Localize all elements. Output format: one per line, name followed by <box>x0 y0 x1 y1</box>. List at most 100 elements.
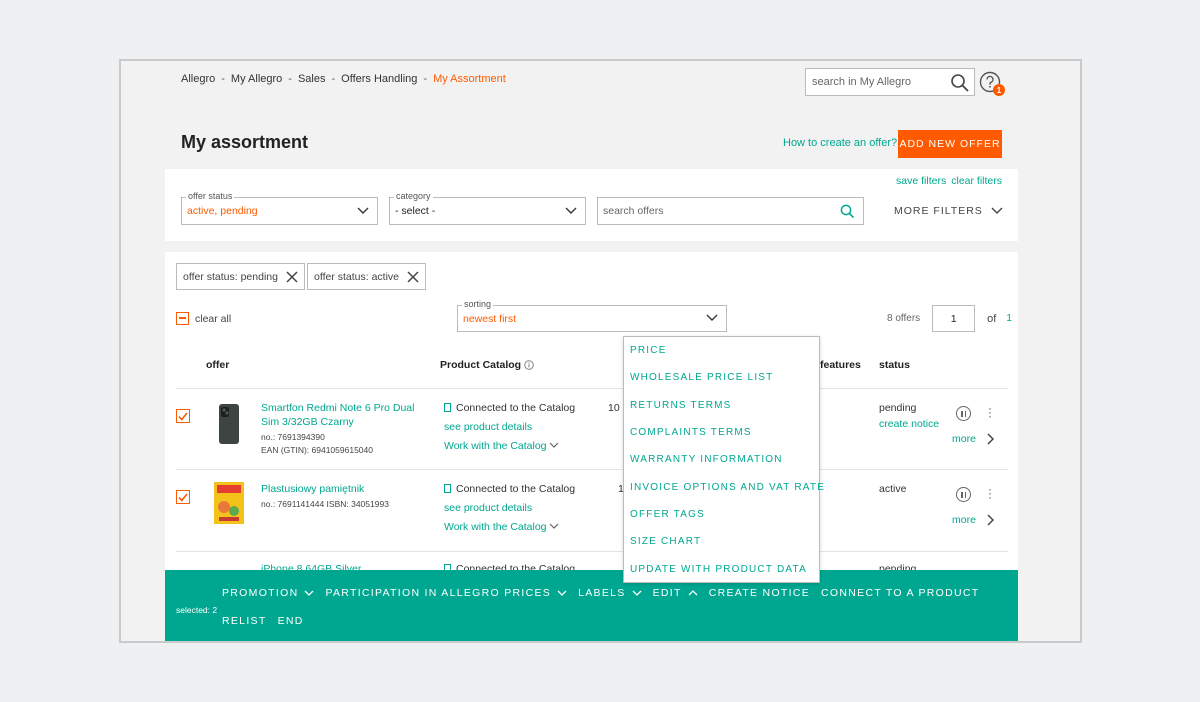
more-filters-button[interactable]: MORE FILTERS <box>894 205 1003 217</box>
chevron-down-icon <box>565 207 577 214</box>
work-with-catalog-label: Work with the Catalog <box>444 440 547 452</box>
menu-item-update-with-product-data[interactable]: UPDATE WITH PRODUCT DATA <box>624 555 819 582</box>
column-header-status: status <box>879 359 910 371</box>
offer-title-link[interactable]: Smartfon Redmi Note 6 Pro Dual Sim 3/32G… <box>261 401 431 429</box>
offer-status-select[interactable]: offer status active, pending <box>181 191 378 225</box>
more-button[interactable]: more <box>952 514 994 526</box>
breadcrumb-offers-handling[interactable]: Offers Handling <box>341 73 417 85</box>
see-product-details-link[interactable]: see product details <box>444 418 575 437</box>
create-notice-link[interactable]: create notice <box>879 416 939 432</box>
breadcrumb-sales[interactable]: Sales <box>298 73 326 85</box>
bulk-actions-bar: selected: 2 PROMOTION PARTICIPATION IN A… <box>165 570 1018 641</box>
filter-chip-active: offer status: active <box>307 263 427 290</box>
edit-dropdown-menu: PRICE WHOLESALE PRICE LIST RETURNS TERMS… <box>623 336 824 583</box>
close-icon[interactable] <box>286 270 298 283</box>
top-search-input[interactable]: search in My Allegro <box>805 68 975 96</box>
top-search-placeholder: search in My Allegro <box>812 76 912 88</box>
status-cell: active <box>879 481 906 497</box>
pagination: 8 offers 1 of 1 <box>887 305 1012 332</box>
search-offers-input[interactable]: search offers <box>597 197 864 225</box>
price-cell: 10 <box>608 402 620 414</box>
more-options-icon[interactable]: · · · <box>988 483 992 503</box>
filter-chip-label: offer status: active <box>314 270 400 283</box>
status-cell: pending create notice <box>879 400 939 432</box>
sorting-value: newest first <box>463 312 517 325</box>
row-checkbox[interactable] <box>176 409 190 423</box>
edit-button[interactable]: EDIT <box>653 583 698 603</box>
catalog-status: Connected to the Catalog <box>456 402 576 414</box>
promotion-button[interactable]: PROMOTION <box>222 583 314 603</box>
more-filters-label: MORE FILTERS <box>894 205 983 217</box>
breadcrumb-allegro[interactable]: Allegro <box>181 73 215 85</box>
book-thumbnail[interactable] <box>210 481 246 525</box>
save-filters-link[interactable]: save filters <box>896 175 946 187</box>
sorting-select[interactable]: sorting newest first <box>457 299 727 332</box>
column-header-catalog: Product Catalog <box>440 359 534 371</box>
menu-item-wholesale-price-list[interactable]: WHOLESALE PRICE LIST <box>624 364 819 391</box>
info-icon[interactable] <box>524 360 534 370</box>
table-row: Plastusiowy pamiętnik no.: 7691141444 IS… <box>176 469 1008 551</box>
relist-button[interactable]: RELIST <box>222 611 267 631</box>
work-with-catalog-toggle[interactable]: Work with the Catalog <box>444 518 575 537</box>
menu-item-complaints-terms[interactable]: COMPLAINTS TERMS <box>624 419 819 446</box>
work-with-catalog-label: Work with the Catalog <box>444 521 547 533</box>
breadcrumb-my-allegro[interactable]: My Allegro <box>231 73 282 85</box>
how-to-create-offer-link[interactable]: How to create an offer? <box>783 137 897 149</box>
pause-icon[interactable] <box>956 406 971 421</box>
menu-item-offer-tags[interactable]: OFFER TAGS <box>624 501 819 528</box>
chevron-right-icon <box>987 514 994 526</box>
page-number-input[interactable]: 1 <box>932 305 976 332</box>
deselect-checkbox[interactable] <box>176 312 189 325</box>
clear-filters-link[interactable]: clear filters <box>951 175 1002 187</box>
offer-status-value: active, pending <box>187 205 258 217</box>
menu-item-warranty-information[interactable]: WARRANTY INFORMATION <box>624 446 819 473</box>
status-badge: pending <box>879 402 917 414</box>
close-icon[interactable] <box>407 270 419 283</box>
search-icon[interactable] <box>840 204 855 219</box>
participation-allegro-prices-button[interactable]: PARTICIPATION IN ALLEGRO PRICES <box>325 583 567 603</box>
chevron-down-icon <box>557 590 567 596</box>
phone-thumbnail[interactable] <box>210 402 246 446</box>
search-icon[interactable] <box>950 73 970 93</box>
chevron-down-icon <box>304 590 314 596</box>
table-row: Smartfon Redmi Note 6 Pro Dual Sim 3/32G… <box>176 388 1008 469</box>
offer-title-link[interactable]: Plastusiowy pamiętnik <box>261 482 431 496</box>
offers-count: 8 offers <box>887 313 921 324</box>
offer-ean: EAN (GTIN): 6941059615040 <box>261 445 373 455</box>
more-label: more <box>952 433 976 445</box>
search-offers-placeholder: search offers <box>603 205 664 217</box>
create-notice-button[interactable]: CREATE NOTICE <box>709 583 810 603</box>
chevron-down-icon <box>991 207 1003 214</box>
clear-all-button[interactable]: clear all <box>176 312 231 325</box>
checkmark-icon <box>178 493 188 502</box>
add-new-offer-button[interactable]: ADD NEW OFFER <box>898 130 1002 158</box>
checkmark-icon <box>178 412 188 421</box>
menu-item-price[interactable]: PRICE <box>624 337 819 364</box>
row-checkbox[interactable] <box>176 490 190 504</box>
status-badge: active <box>879 483 907 495</box>
work-with-catalog-toggle[interactable]: Work with the Catalog <box>444 437 575 456</box>
end-button[interactable]: END <box>278 611 304 631</box>
chevron-up-icon <box>688 590 698 596</box>
menu-item-size-chart[interactable]: SIZE CHART <box>624 528 819 555</box>
promotion-label: PROMOTION <box>222 587 299 599</box>
pause-icon[interactable] <box>956 487 971 502</box>
breadcrumb-my-assortment: My Assortment <box>433 73 506 85</box>
menu-item-invoice-options[interactable]: INVOICE OPTIONS AND VAT RATE <box>624 473 824 500</box>
pagination-of: of <box>987 312 997 325</box>
column-header-catalog-label: Product Catalog <box>440 359 522 371</box>
connect-to-product-button[interactable]: CONNECT TO A PRODUCT <box>821 583 979 603</box>
document-icon <box>444 403 451 412</box>
see-product-details-link[interactable]: see product details <box>444 499 575 518</box>
document-icon <box>444 484 451 493</box>
help-button[interactable]: 1 <box>979 71 1005 96</box>
selected-count: selected: 2 <box>176 605 218 615</box>
labels-button[interactable]: LABELS <box>578 583 642 603</box>
total-pages[interactable]: 1 <box>1006 313 1012 324</box>
more-options-icon[interactable]: · · · <box>988 402 992 422</box>
chevron-right-icon <box>987 433 994 445</box>
more-button[interactable]: more <box>952 433 994 445</box>
chevron-down-icon <box>550 523 559 529</box>
menu-item-returns-terms[interactable]: RETURNS TERMS <box>624 392 819 419</box>
category-select[interactable]: category - select - <box>389 191 586 225</box>
